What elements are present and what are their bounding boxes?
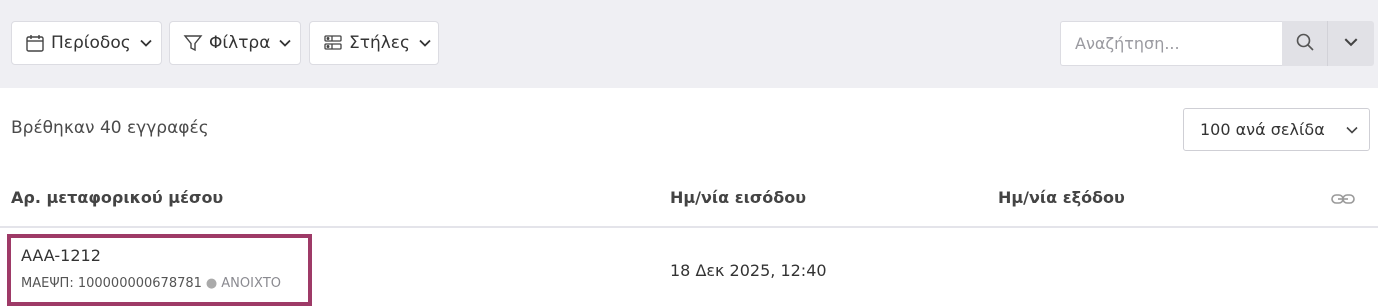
search-input[interactable] [1060,21,1282,66]
search-options-button[interactable] [1328,21,1374,66]
chevron-down-icon [418,35,434,51]
results-count: Βρέθηκαν 40 εγγραφές [11,118,209,138]
columns-button[interactable]: Στήλες [309,21,439,65]
status-badge: ΑΝΟΙΧΤΟ [221,276,282,291]
search-icon [1295,32,1315,56]
chevron-down-icon [1345,122,1359,141]
columns-label: Στήλες [349,33,410,53]
columns-icon [323,33,343,53]
separator-dot: ● [205,276,218,291]
per-page-value: 100 ανά σελίδα [1200,120,1325,139]
chevron-down-icon [278,35,294,51]
header-divider [0,226,1378,228]
chevron-down-icon [139,35,155,51]
row-subline: ΜΑΕΨΠ: 100000000678781 ● ΑΝΟΙΧΤΟ [21,276,281,291]
entry-date: 18 Δεκ 2025, 12:40 [670,261,827,280]
per-page-select[interactable]: 100 ανά σελίδα [1183,108,1370,151]
search-group [1060,21,1374,66]
toolbar: Περίοδος Φίλτρα Στήλες [0,0,1378,88]
column-header-vehicle-no[interactable]: Αρ. μεταφορικού μέσου [11,188,223,207]
vehicle-number[interactable]: AAA-1212 [21,246,101,265]
filters-label: Φίλτρα [209,33,271,53]
chevron-down-icon [1343,34,1359,54]
filters-button[interactable]: Φίλτρα [169,21,301,65]
column-header-entry-date[interactable]: Ημ/νία εισόδου [670,188,806,207]
search-button[interactable] [1282,21,1328,66]
maepsp-number: ΜΑΕΨΠ: 100000000678781 [21,276,202,291]
filter-icon [183,33,203,53]
link-icon[interactable] [1330,190,1356,212]
row-highlight [7,234,312,306]
calendar-icon [25,33,45,53]
column-header-exit-date[interactable]: Ημ/νία εξόδου [998,188,1125,207]
period-label: Περίοδος [51,33,131,53]
period-button[interactable]: Περίοδος [11,21,162,65]
